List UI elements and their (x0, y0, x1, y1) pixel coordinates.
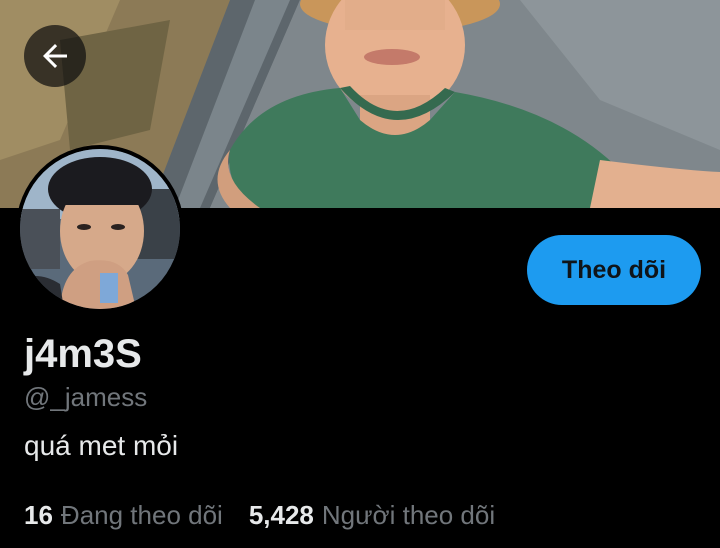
profile-bio: quá met mỏi (24, 430, 179, 461)
following-label: Đang theo dõi (60, 500, 223, 530)
back-button[interactable] (24, 25, 86, 87)
avatar[interactable] (16, 145, 184, 313)
avatar-image (20, 149, 180, 309)
display-name: j4m3S (24, 332, 142, 376)
following-count: 16 (24, 500, 53, 530)
followers-label: Người theo dõi (321, 500, 496, 530)
followers-link[interactable]: 5,428 Người theo dõi (249, 498, 495, 532)
arrow-left-icon (43, 44, 67, 68)
follow-button[interactable]: Theo dõi (527, 235, 701, 305)
followers-count: 5,428 (248, 500, 314, 530)
username-handle: @_jamess (24, 382, 148, 412)
follow-stats: 16 Đang theo dõi 5,428 Người theo dõi (24, 498, 495, 532)
following-link[interactable]: 16 Đang theo dõi (24, 498, 223, 532)
